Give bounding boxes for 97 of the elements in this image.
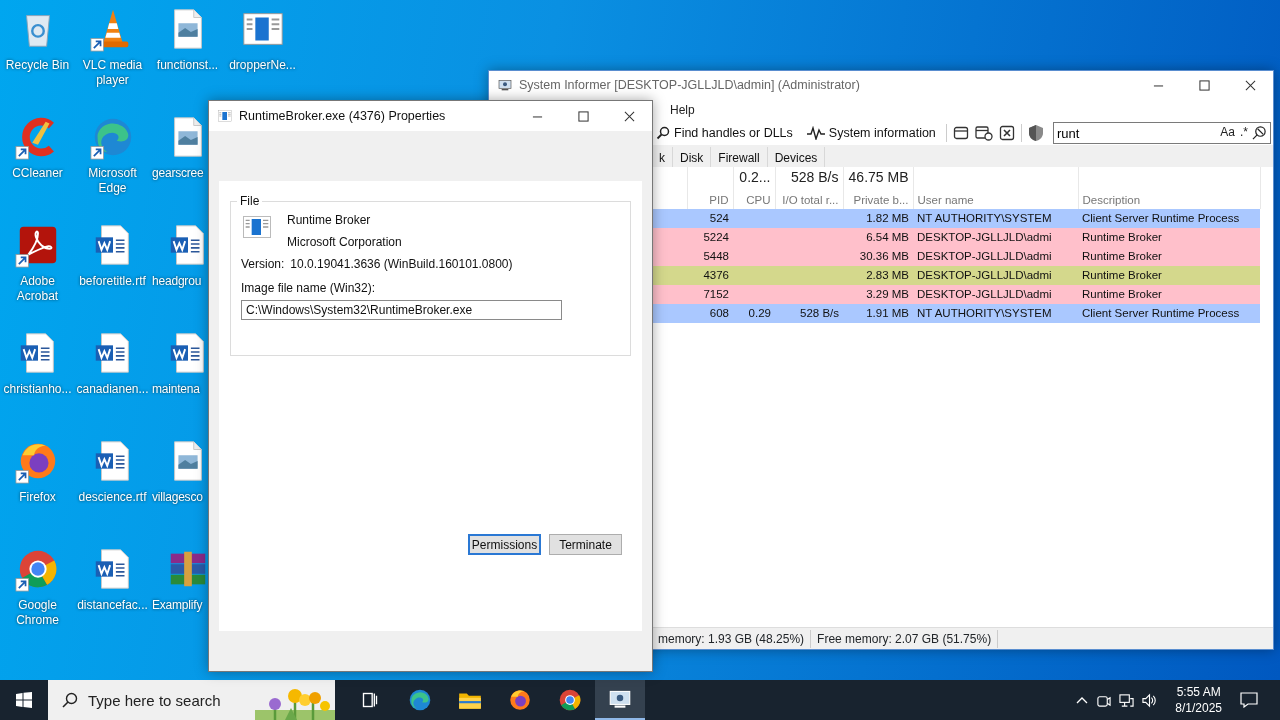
maximize-icon[interactable] [1198, 79, 1210, 91]
table-cell: 608 [687, 304, 733, 323]
table-cell: 6.54 MB [843, 228, 913, 247]
fox-icon [507, 687, 533, 713]
network-icon[interactable] [1119, 692, 1135, 708]
desktop-icon-label[interactable]: maintena [152, 382, 200, 397]
path-label: Image file name (Win32): [241, 280, 377, 297]
table-cell: 1.91 MB [843, 304, 913, 323]
table-cell: 5224 [687, 228, 733, 247]
dialog-button[interactable]: Permissions [468, 534, 541, 555]
dialog-button[interactable]: Terminate [549, 534, 622, 555]
close-icon[interactable] [623, 110, 635, 122]
process-row[interactable]: 7152 3.29 MB DESKTOP-JGLLJLD\admi Runtime Broker [653, 285, 1260, 304]
column-total: 46.75 MB [843, 167, 913, 188]
process-row[interactable]: 5448 30.36 MB DESKTOP-JGLLJLD\admi Runtime Broker [653, 247, 1260, 266]
desktop-icon-label[interactable]: christianho... [3, 382, 72, 397]
process-row[interactable]: 4376 2.83 MB DESKTOP-JGLLJLD\admi Runtime Broker [653, 266, 1260, 285]
table-cell: 3.29 MB [843, 285, 913, 304]
close-window-icon[interactable] [998, 125, 1015, 141]
desktop-icon-label[interactable]: functionst... [156, 58, 219, 73]
table-cell: 524 [687, 209, 733, 228]
table-cell: 7152 [687, 285, 733, 304]
column-total: 0.2... [733, 167, 775, 188]
table-cell: 0.29 [733, 304, 775, 323]
table-cell: DESKTOP-JGLLJLD\admi [913, 247, 1078, 266]
desktop-icon-label[interactable]: Google Chrome [1, 598, 74, 628]
start-icon[interactable] [16, 692, 32, 708]
process-row[interactable]: 524 1.82 MB NT AUTHORITY\SYSTEM Client Server Runtime Process [653, 209, 1260, 228]
group-title: File [239, 195, 261, 207]
table-cell: NT AUTHORITY\SYSTEM [913, 209, 1078, 228]
table-cell: Runtime Broker [1078, 285, 1260, 304]
monitor-icon [497, 77, 513, 93]
desktop-icon-label[interactable]: Examplify [152, 598, 203, 613]
shield-icon[interactable] [1027, 124, 1044, 142]
table-cell: Runtime Broker [1078, 228, 1260, 247]
table-cell: Runtime Broker [1078, 247, 1260, 266]
path-field[interactable]: C:\Windows\System32\RuntimeBroker.exe [241, 300, 562, 320]
desktop-icon-label[interactable]: VLC media player [76, 58, 149, 88]
table-cell: 2.83 MB [843, 266, 913, 285]
version-label: Version: [241, 256, 285, 273]
version-value: 10.0.19041.3636 (WinBuild.160101.0800) [290, 256, 513, 273]
taskbar-button[interactable] [595, 680, 645, 720]
desktop-icon-label[interactable]: headgrou [152, 274, 202, 289]
desktop-icon-label[interactable]: gearscree [152, 166, 204, 181]
file-description: Runtime Broker [287, 212, 372, 229]
speaker-icon[interactable] [1142, 692, 1158, 708]
search-option[interactable]: .* [1239, 124, 1249, 140]
clock-time[interactable]: 5:55 AM [1176, 684, 1221, 700]
search-icon [656, 126, 670, 140]
window-title: System Informer [DESKTOP-JGLLJLD\admin] (Administrator) [519, 76, 860, 94]
search-field[interactable]: Type here to search [88, 680, 255, 720]
table-cell: Client Server Runtime Process [1078, 304, 1260, 323]
desktop-icon-label[interactable]: descience.rtf [78, 490, 147, 505]
table-cell: Runtime Broker [1078, 266, 1260, 285]
desktop-icon-label[interactable]: Recycle Bin [5, 58, 70, 73]
window-title: RuntimeBroker.exe (4376) Properties [239, 107, 446, 125]
table-cell: 30.36 MB [843, 247, 913, 266]
desktop-icon-label[interactable]: canadianen... [76, 382, 149, 397]
desktop-icon-label[interactable]: beforetitle.rtf [79, 274, 146, 289]
chevron-up-icon[interactable] [1076, 696, 1089, 704]
table-cell: 1.82 MB [843, 209, 913, 228]
status-text: Free memory: 2.07 GB (51.75%) [811, 629, 999, 648]
table-cell: 5448 [687, 247, 733, 266]
notification-icon[interactable] [1240, 692, 1258, 708]
table-cell: Client Server Runtime Process [1078, 209, 1260, 228]
company-name: Microsoft Corporation [287, 234, 402, 251]
desktop-icon-label[interactable]: distancefac... [77, 598, 148, 613]
search-option[interactable]: Aa [1219, 124, 1236, 140]
browser-icon [557, 687, 583, 713]
clock-date[interactable]: 8/1/2025 [1175, 700, 1222, 716]
table-cell: DESKTOP-JGLLJLD\admi [913, 228, 1078, 247]
table-cell: DESKTOP-JGLLJLD\admi [913, 266, 1078, 285]
desktop-icon-label[interactable]: dropperNe... [229, 58, 296, 73]
search-icon [48, 680, 88, 720]
table-cell: DESKTOP-JGLLJLD\admi [913, 285, 1078, 304]
menu-item[interactable]: Help [670, 101, 695, 119]
clear-search-icon[interactable] [1252, 124, 1267, 140]
table-cell: 4376 [687, 266, 733, 285]
desktop-icon-label[interactable]: Adobe Acrobat [1, 274, 74, 304]
maximize-icon[interactable] [577, 110, 589, 122]
desktop-icon-label[interactable]: Firefox [19, 490, 56, 505]
column-total: 528 B/s [775, 167, 843, 188]
window-gear-icon[interactable] [974, 125, 993, 141]
toolbar-button[interactable]: System information [802, 123, 940, 143]
window-icon[interactable] [952, 125, 969, 141]
process-row[interactable]: 5224 6.54 MB DESKTOP-JGLLJLD\admi Runtime Broker [653, 228, 1260, 247]
table-cell: NT AUTHORITY\SYSTEM [913, 304, 1078, 323]
desktop-icon-label[interactable]: Microsoft Edge [76, 166, 149, 196]
swirl-icon [407, 687, 433, 713]
process-row[interactable]: 608 0.29 528 B/s 1.91 MB NT AUTHORITY\SYSTEM Client Server Runtime Process [653, 304, 1260, 323]
pulse-icon [806, 126, 825, 140]
close-icon[interactable] [1244, 79, 1256, 91]
table-cell: 528 B/s [775, 304, 843, 323]
desktop-icon-label[interactable]: villagesco [152, 490, 203, 505]
window-icon [217, 108, 233, 124]
toolbar-button[interactable]: Find handles or DLLs [652, 123, 797, 143]
desktop-icon-label[interactable]: CCleaner [12, 166, 63, 181]
